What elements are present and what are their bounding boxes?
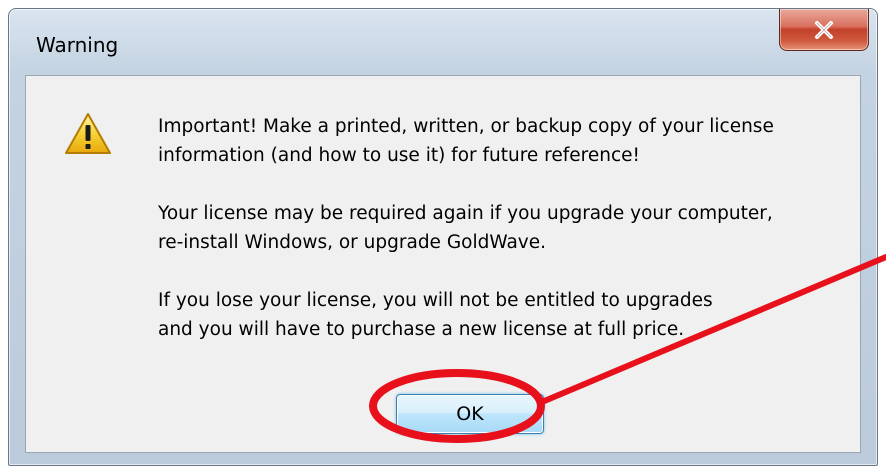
button-row: OK <box>26 382 860 452</box>
warning-dialog: Warning Important! Make a printed, writt… <box>8 8 878 466</box>
screen: Warning Important! Make a printed, writt… <box>0 0 886 473</box>
title-bar[interactable]: Warning <box>9 9 877 75</box>
close-icon <box>813 20 835 39</box>
window-title: Warning <box>36 33 119 57</box>
message-paragraph-3: If you lose your license, you will not b… <box>158 290 713 340</box>
warning-icon <box>64 112 112 156</box>
message-text: Important! Make a printed, written, or b… <box>158 112 858 344</box>
ok-button[interactable]: OK <box>396 394 544 434</box>
close-button[interactable] <box>779 9 869 51</box>
message-paragraph-1: Important! Make a printed, written, or b… <box>158 116 774 166</box>
dialog-body: Important! Make a printed, written, or b… <box>25 75 861 453</box>
message-paragraph-2: Your license may be required again if yo… <box>158 203 773 253</box>
